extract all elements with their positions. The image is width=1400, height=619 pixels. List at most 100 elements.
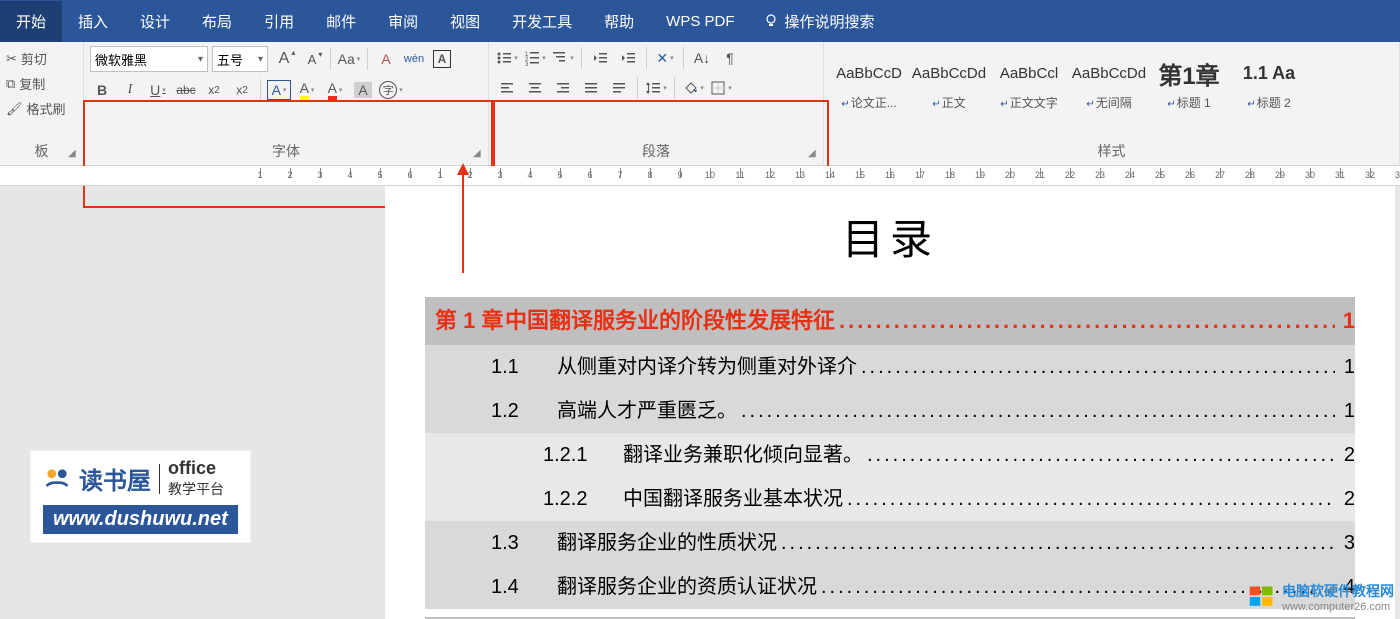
align-left-button[interactable] (495, 76, 519, 100)
asian-layout-button[interactable]: ✕ (653, 46, 677, 70)
subscript-button[interactable]: x2 (202, 78, 226, 102)
distribute-button[interactable] (607, 76, 631, 100)
tab-view[interactable]: 视图 (434, 1, 496, 42)
numbering-button[interactable]: 123 (523, 46, 547, 70)
tab-wpspdf[interactable]: WPS PDF (650, 3, 750, 40)
document-area[interactable]: 目录 第 1 章中国翻译服务业的阶段性发展特征.................… (0, 186, 1400, 619)
justify-button[interactable] (579, 76, 603, 100)
chevron-down-icon: ▾ (198, 54, 203, 65)
borders-icon (710, 80, 726, 96)
toc-entry[interactable]: 1.2.2中国翻译服务业基本状况........................… (425, 477, 1355, 521)
windows-logo-icon (1248, 583, 1276, 611)
outdent-icon (592, 50, 608, 66)
watermark-computer26: 电脑软硬件教程网 www.computer26.com (1248, 581, 1394, 613)
tab-help[interactable]: 帮助 (588, 1, 650, 42)
bold-button[interactable]: B (90, 78, 114, 102)
style-item-2[interactable]: AaBbCcl↵正文文字 (990, 46, 1068, 118)
multilevel-icon (552, 50, 568, 66)
tab-home[interactable]: 开始 (0, 1, 62, 42)
toc-entry[interactable]: 1.2.1翻译业务兼职化倾向显著。.......................… (425, 433, 1355, 477)
paragraph-dialog-launcher[interactable]: ◢ (808, 148, 820, 160)
borders-button[interactable] (709, 76, 733, 100)
ruler[interactable]: 6543211234567891011121314151617181920212… (0, 166, 1400, 186)
paint-label: 格式刷 (27, 99, 66, 118)
highlight-button[interactable]: A (295, 78, 319, 102)
style-item-5[interactable]: 1.1 Aa↵标题 2 (1230, 46, 1308, 118)
style-item-0[interactable]: AaBbCcD↵论文正... (830, 46, 908, 118)
tab-insert[interactable]: 插入 (62, 1, 124, 42)
watermark-dushuwu: 读书屋 office 教学平台 www.dushuwu.net (30, 450, 251, 543)
italic-button[interactable]: I (118, 78, 142, 102)
increase-font-button[interactable]: A (272, 47, 296, 71)
decrease-font-button[interactable]: A (300, 47, 324, 71)
ribbon: ✂ 剪切 ⧉ 复制 🖌 格式刷 板 ◢ 微软雅黑▾ 五号▾ A A Aa (0, 42, 1400, 166)
strikethrough-button[interactable]: abc (174, 78, 198, 102)
font-color-button[interactable]: A (323, 78, 347, 102)
style-item-1[interactable]: AaBbCcDd↵正文 (910, 46, 988, 118)
tab-review[interactable]: 审阅 (372, 1, 434, 42)
phonetic-guide-button[interactable]: wén (402, 47, 426, 71)
group-font: 微软雅黑▾ 五号▾ A A Aa A wén A B I U abc x2 x2… (84, 42, 489, 165)
align-center-button[interactable] (523, 76, 547, 100)
copy-button[interactable]: ⧉ 复制 (6, 71, 77, 96)
style-item-4[interactable]: 第1章↵标题 1 (1150, 46, 1228, 118)
align-left-icon (499, 80, 515, 96)
tab-mailings[interactable]: 邮件 (310, 1, 372, 42)
paint-bucket-icon (682, 80, 698, 96)
toc-entry[interactable]: 1.1从侧重对内译介转为侧重对外译介......................… (425, 345, 1355, 389)
tell-me-search[interactable]: 操作说明搜索 (751, 11, 887, 32)
align-center-icon (527, 80, 543, 96)
show-marks-button[interactable]: ¶ (718, 46, 742, 70)
tab-design[interactable]: 设计 (124, 1, 186, 42)
underline-button[interactable]: U (146, 78, 170, 102)
sort-button[interactable]: A↓ (690, 46, 714, 70)
style-item-3[interactable]: AaBbCcDd↵无间隔 (1070, 46, 1148, 118)
toc-entry[interactable]: 1.4翻译服务企业的资质认证状况........................… (425, 565, 1355, 609)
tab-layout[interactable]: 布局 (186, 1, 248, 42)
copy-icon: ⧉ (6, 76, 15, 92)
enclose-char-button[interactable]: 字 (379, 78, 403, 102)
group-paragraph: 123 ✕ A↓ ¶ (489, 42, 824, 165)
tab-references[interactable]: 引用 (248, 1, 310, 42)
increase-indent-button[interactable] (616, 46, 640, 70)
wm1-office: office (168, 459, 224, 479)
wm1-platform: 教学平台 (168, 479, 224, 499)
clipboard-dialog-launcher[interactable]: ◢ (68, 148, 80, 160)
font-dialog-launcher[interactable]: ◢ (473, 148, 485, 160)
wm1-url: www.dushuwu.net (43, 505, 238, 534)
multilevel-list-button[interactable] (551, 46, 575, 70)
font-group-title: 字体 (90, 137, 482, 165)
tab-developer[interactable]: 开发工具 (496, 1, 588, 42)
clear-formatting-button[interactable]: A (374, 47, 398, 71)
styles-gallery[interactable]: AaBbCcD↵论文正...AaBbCcDd↵正文AaBbCcl↵正文文字AaB… (830, 46, 1393, 118)
chevron-down-icon: ▾ (258, 54, 263, 65)
group-styles: AaBbCcD↵论文正...AaBbCcDd↵正文AaBbCcl↵正文文字AaB… (824, 42, 1400, 165)
paragraph-group-title: 段落 (495, 137, 817, 165)
shading-button[interactable] (681, 76, 705, 100)
toc-entry[interactable]: 1.3翻译服务企业的性质状况..........................… (425, 521, 1355, 565)
bullets-button[interactable] (495, 46, 519, 70)
font-size-select[interactable]: 五号▾ (212, 46, 268, 72)
decrease-indent-button[interactable] (588, 46, 612, 70)
toc-entry[interactable]: 第 1 章中国翻译服务业的阶段性发展特征....................… (425, 297, 1355, 345)
doc-title: 目录 (425, 206, 1355, 267)
svg-text:3: 3 (525, 62, 529, 66)
superscript-button[interactable]: x2 (230, 78, 254, 102)
line-spacing-button[interactable] (644, 76, 668, 100)
change-case-button[interactable]: Aa (337, 47, 361, 71)
cut-button[interactable]: ✂ 剪切 (6, 46, 77, 71)
format-painter-button[interactable]: 🖌 格式刷 (6, 96, 77, 121)
distribute-icon (611, 80, 627, 96)
justify-icon (583, 80, 599, 96)
align-right-button[interactable] (551, 76, 575, 100)
cut-label: 剪切 (21, 49, 47, 68)
char-border-button[interactable]: A (430, 47, 454, 71)
font-name-select[interactable]: 微软雅黑▾ (90, 46, 208, 72)
clipboard-title: 板 (6, 137, 77, 165)
wm2-text: 电脑软硬件教程网 (1282, 581, 1394, 601)
brush-icon: 🖌 (6, 101, 23, 117)
char-shading-button[interactable]: A (351, 78, 375, 102)
indent-icon (620, 50, 636, 66)
text-effects-button[interactable]: A (267, 80, 291, 100)
toc-entry[interactable]: 1.2高端人才严重匮乏。............................… (425, 389, 1355, 433)
